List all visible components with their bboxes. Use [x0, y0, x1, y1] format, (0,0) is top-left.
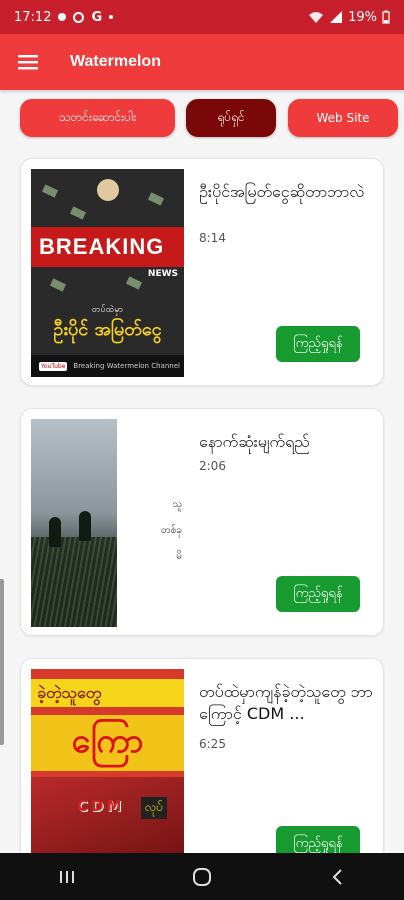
chip-movies[interactable]: ရုပ်ရှင်: [186, 99, 276, 137]
video-card[interactable]: ခဲ့တဲ့သူတွေ ကြော CDM လုပ် တပ်ထဲမှာကျန်ခဲ…: [20, 658, 384, 886]
money-decoration: [147, 192, 165, 206]
thumb-snippet: သူ: [172, 499, 182, 510]
ring-icon: [73, 11, 85, 23]
thumb-headline: BREAKING: [39, 234, 165, 259]
recent-apps-icon: [60, 870, 75, 883]
notification-dot-icon: [109, 15, 114, 19]
youtube-logo: YouTube: [39, 361, 68, 371]
video-thumbnail[interactable]: BREAKING NEWS တပ်ထဲမှာ ဦးပိုင် အမြတ်ငွေ …: [31, 169, 184, 377]
chip-website[interactable]: Web Site: [288, 99, 398, 137]
thumb-snippet: တစ်ခု: [161, 525, 182, 536]
clock: 17:12: [14, 9, 52, 25]
video-title: ဦးပိုင်အမြတ်ငွေဆိုတာဘာလဲ: [199, 182, 365, 201]
video-duration: 8:14: [199, 231, 226, 245]
app-bar: Watermelon: [0, 34, 404, 90]
money-decoration: [125, 276, 143, 290]
thumb-subtitle: တပ်ထဲမှာ: [91, 305, 124, 315]
app-title: Watermelon: [70, 53, 161, 70]
video-thumbnail[interactable]: ခဲ့တဲ့သူတွေ ကြော CDM လုပ်: [31, 669, 184, 877]
video-card[interactable]: BREAKING NEWS တပ်ထဲမှာ ဦးပိုင် အမြတ်ငွေ …: [20, 158, 384, 386]
system-nav-bar: [0, 853, 404, 900]
watch-button[interactable]: ကြည့်ရှုရန်: [276, 326, 360, 362]
video-card[interactable]: သူ တစ်ခု မိ နောက်ဆုံးမျက်ရည် 2:06 ကြည့်ရ…: [20, 408, 384, 636]
menu-button[interactable]: [0, 34, 56, 90]
status-bar: 17:12 G 19%: [0, 0, 404, 34]
video-duration: 6:25: [199, 737, 226, 751]
person-silhouette: [49, 517, 61, 547]
money-decoration: [41, 184, 59, 198]
video-duration: 2:06: [199, 459, 226, 473]
recent-apps-button[interactable]: [37, 857, 97, 897]
category-chips: သတင်းဆောင်းပါး ရုပ်ရှင် Web Site: [0, 97, 404, 139]
video-title: နောက်ဆုံးမျက်ရည်: [199, 432, 310, 451]
thumb-big-text: ကြော: [31, 715, 184, 771]
home-button[interactable]: [172, 857, 232, 897]
home-icon: [192, 867, 211, 886]
google-icon: G: [91, 9, 103, 25]
thumb-cdm-box: လုပ်: [141, 797, 168, 819]
battery-percent: 19%: [348, 9, 377, 25]
signal-icon: [330, 11, 343, 23]
thumb-footer-text: Breaking Watermelon Channel: [73, 362, 180, 370]
video-thumbnail[interactable]: သူ တစ်ခု မိ: [31, 419, 184, 627]
back-icon: [332, 868, 342, 885]
thumb-grass: [31, 537, 117, 627]
scroll-indicator[interactable]: [0, 579, 4, 745]
thumb-top-text: ခဲ့တဲ့သူတွေ: [37, 683, 102, 702]
thumb-main-text: ဦးပိုင် အမြတ်ငွေ: [53, 319, 162, 340]
back-button[interactable]: [307, 857, 367, 897]
chip-articles[interactable]: သတင်းဆောင်းပါး: [20, 99, 175, 137]
thumb-snippet: မိ: [176, 551, 182, 562]
hamburger-menu-icon: [18, 55, 38, 70]
channel-emblem: [97, 179, 119, 201]
money-decoration: [49, 278, 67, 292]
wifi-icon: [309, 12, 324, 23]
video-title: တပ်ထဲမှာကျန်ခဲ့တဲ့သူတွေ ဘာကြောင့် CDM ..…: [199, 682, 373, 723]
battery-icon: [382, 10, 390, 24]
thumb-footer: YouTube Breaking Watermelon Channel: [31, 355, 184, 377]
thumb-scene: [31, 419, 117, 627]
money-decoration: [69, 206, 87, 220]
messenger-icon: [58, 13, 67, 21]
watch-button[interactable]: ကြည့်ရှုရန်: [276, 576, 360, 612]
thumb-cdm-text: CDM: [77, 797, 125, 815]
thumb-news-tag: NEWS: [147, 269, 178, 279]
person-silhouette: [79, 511, 91, 541]
